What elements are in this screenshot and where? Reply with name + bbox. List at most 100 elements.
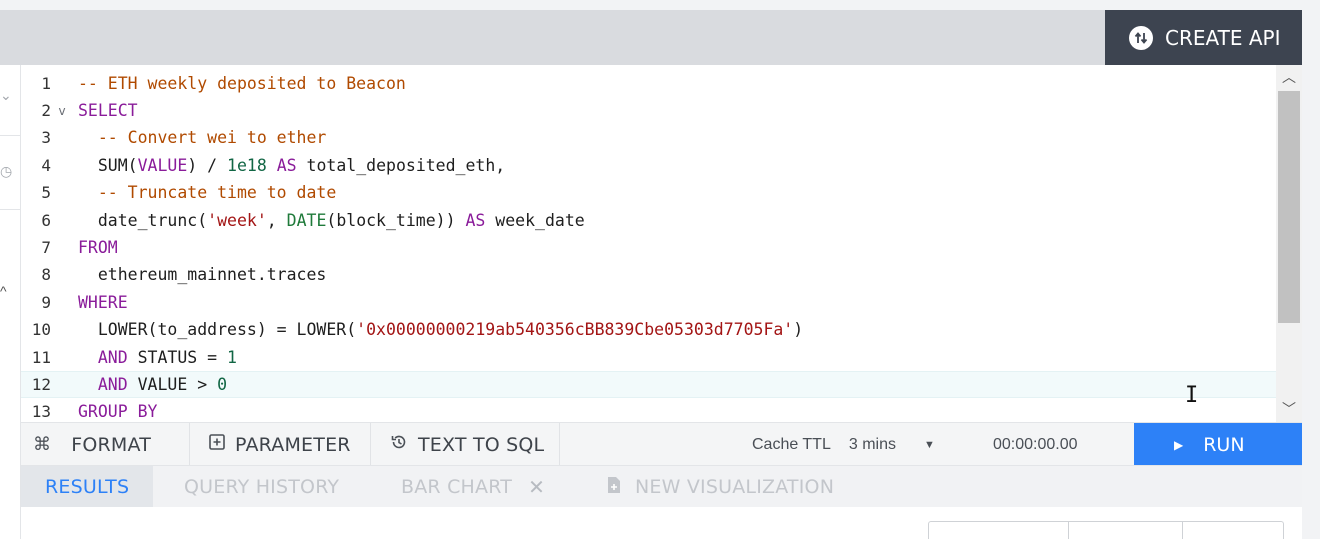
divider bbox=[189, 423, 190, 466]
code-text: DATE bbox=[286, 210, 327, 230]
cache-ttl-control: Cache TTL 3 mins ▼ bbox=[752, 423, 935, 466]
text-to-sql-button[interactable]: TEXT TO SQL bbox=[390, 423, 544, 466]
code-text: '0x00000000219ab540356cBB839Cbe05303d770… bbox=[356, 320, 794, 340]
swap-arrows-icon bbox=[1129, 25, 1153, 50]
code-text: AS bbox=[266, 155, 307, 175]
create-api-label: CREATE API bbox=[1165, 25, 1281, 50]
download-button[interactable] bbox=[929, 522, 1069, 539]
refresh-button[interactable] bbox=[1069, 522, 1183, 539]
code-line[interactable]: 4 SUM(VALUE) / 1e18 AS total_deposited_e… bbox=[21, 152, 1276, 179]
parameter-label: PARAMETER bbox=[235, 433, 351, 456]
code-text: 0 bbox=[217, 375, 228, 395]
divider bbox=[0, 209, 21, 210]
tab-results[interactable]: RESULTS bbox=[21, 466, 154, 508]
code-text: -- ETH weekly deposited to Beacon bbox=[78, 73, 406, 93]
tab-new-visualization[interactable]: NEW VISUALIZATION bbox=[607, 466, 834, 508]
code-text: week_date bbox=[485, 210, 585, 230]
scroll-down-icon[interactable]: ﹀ bbox=[1276, 399, 1302, 419]
code-line[interactable]: 7 FROM bbox=[21, 234, 1276, 261]
code-line[interactable]: 8 ethereum_mainnet.traces bbox=[21, 261, 1276, 288]
file-plus-icon bbox=[607, 476, 621, 498]
plus-square-icon bbox=[209, 434, 225, 455]
code-text: LOWER(to_address) = LOWER( bbox=[97, 320, 357, 340]
results-tabs: RESULTS QUERY HISTORY BAR CHART ✕ NEW VI… bbox=[21, 465, 1302, 508]
editor-toolbar: ⌘ FORMAT PARAMETER TEXT TO SQL Cache TTL… bbox=[21, 422, 1302, 466]
code-text: GROUP BY bbox=[78, 402, 158, 422]
line-number: 1 bbox=[41, 73, 51, 93]
code-text: AND bbox=[97, 347, 128, 367]
code-line[interactable]: 13 GROUP BY bbox=[21, 398, 1276, 422]
tab-query-history[interactable]: QUERY HISTORY bbox=[184, 466, 339, 508]
code-text: FROM bbox=[78, 238, 118, 258]
code-text: ) bbox=[793, 320, 804, 340]
tab-new-visualization-label: NEW VISUALIZATION bbox=[635, 476, 835, 498]
query-editor-page: CREATE API ⌄ ◷ ^ 1 -- ETH weekly deposit… bbox=[0, 0, 1320, 539]
play-icon: ▶ bbox=[1174, 437, 1184, 452]
code-text: 'week' bbox=[207, 210, 267, 230]
code-text: -- Truncate time to date bbox=[97, 183, 337, 203]
code-line[interactable]: 6 date_trunc('week', DATE(block_time)) A… bbox=[21, 207, 1276, 234]
copy-button[interactable] bbox=[1183, 522, 1283, 539]
code-text: date_trunc( bbox=[97, 210, 208, 230]
format-button[interactable]: ⌘ FORMAT bbox=[33, 423, 151, 466]
cache-ttl-label: Cache TTL bbox=[752, 435, 831, 453]
code-text: -- Convert wei to ether bbox=[97, 128, 327, 148]
fold-toggle-icon[interactable]: v bbox=[51, 104, 73, 118]
code-text: AS bbox=[465, 210, 486, 230]
code-text: , bbox=[266, 210, 287, 230]
code-line[interactable]: 5 -- Truncate time to date bbox=[21, 179, 1276, 206]
code-line[interactable]: 10 LOWER(to_address) = LOWER('0x00000000… bbox=[21, 316, 1276, 343]
caret-down-icon: ▼ bbox=[923, 438, 935, 451]
left-panel-edge: ⌄ ◷ ^ bbox=[0, 65, 21, 539]
line-number: 8 bbox=[41, 265, 51, 285]
code-text: WHERE bbox=[78, 292, 128, 312]
code-text: VALUE bbox=[137, 155, 188, 175]
line-number: 9 bbox=[41, 292, 51, 312]
run-button[interactable]: ▶ RUN bbox=[1134, 423, 1302, 466]
code-line[interactable]: 1 -- ETH weekly deposited to Beacon bbox=[21, 70, 1276, 97]
scroll-up-icon[interactable]: ︿ bbox=[1276, 67, 1302, 87]
line-number: 2 bbox=[41, 101, 51, 121]
command-key-icon: ⌘ bbox=[33, 434, 52, 455]
chevron-up-icon[interactable]: ^ bbox=[0, 283, 7, 299]
editor-scrollbar[interactable]: ︿ ﹀ bbox=[1276, 65, 1302, 422]
code-text: SELECT bbox=[78, 101, 138, 121]
tab-bar-chart-label: BAR CHART bbox=[401, 476, 513, 498]
code-text: (block_time)) bbox=[326, 210, 466, 230]
code-text: 1 bbox=[227, 347, 237, 367]
line-number: 5 bbox=[41, 183, 51, 203]
close-icon[interactable]: ✕ bbox=[528, 475, 545, 499]
scrollbar-thumb[interactable] bbox=[1278, 91, 1300, 323]
code-text: ) / bbox=[187, 155, 228, 175]
parameter-button[interactable]: PARAMETER bbox=[209, 423, 351, 466]
line-number: 7 bbox=[41, 238, 51, 258]
code-line[interactable]: 11 AND STATUS = 1 bbox=[21, 344, 1276, 371]
text-to-sql-label: TEXT TO SQL bbox=[418, 433, 545, 456]
code-line[interactable]: 3 -- Convert wei to ether bbox=[21, 124, 1276, 151]
divider bbox=[559, 423, 560, 466]
line-number: 10 bbox=[31, 320, 51, 340]
format-label: FORMAT bbox=[71, 433, 152, 456]
tab-bar-chart[interactable]: BAR CHART ✕ bbox=[401, 466, 545, 508]
code-text: SUM( bbox=[97, 155, 138, 175]
line-number: 3 bbox=[41, 128, 51, 148]
code-line[interactable]: 9 WHERE bbox=[21, 289, 1276, 316]
code-text: total_deposited_eth, bbox=[306, 155, 506, 175]
tab-results-label: RESULTS bbox=[45, 476, 130, 498]
code-line-active[interactable]: 12 AND VALUE > 0 bbox=[21, 370, 1276, 399]
divider bbox=[370, 423, 371, 466]
cache-ttl-select[interactable]: 3 mins ▼ bbox=[849, 436, 935, 454]
line-number: 6 bbox=[41, 210, 51, 230]
create-api-button[interactable]: CREATE API bbox=[1105, 10, 1302, 65]
code-text: 1e18 bbox=[227, 155, 267, 175]
sql-editor[interactable]: 1 -- ETH weekly deposited to Beacon 2 v … bbox=[21, 65, 1302, 422]
line-number: 4 bbox=[41, 155, 51, 175]
code-line[interactable]: 2 v SELECT bbox=[21, 97, 1276, 124]
